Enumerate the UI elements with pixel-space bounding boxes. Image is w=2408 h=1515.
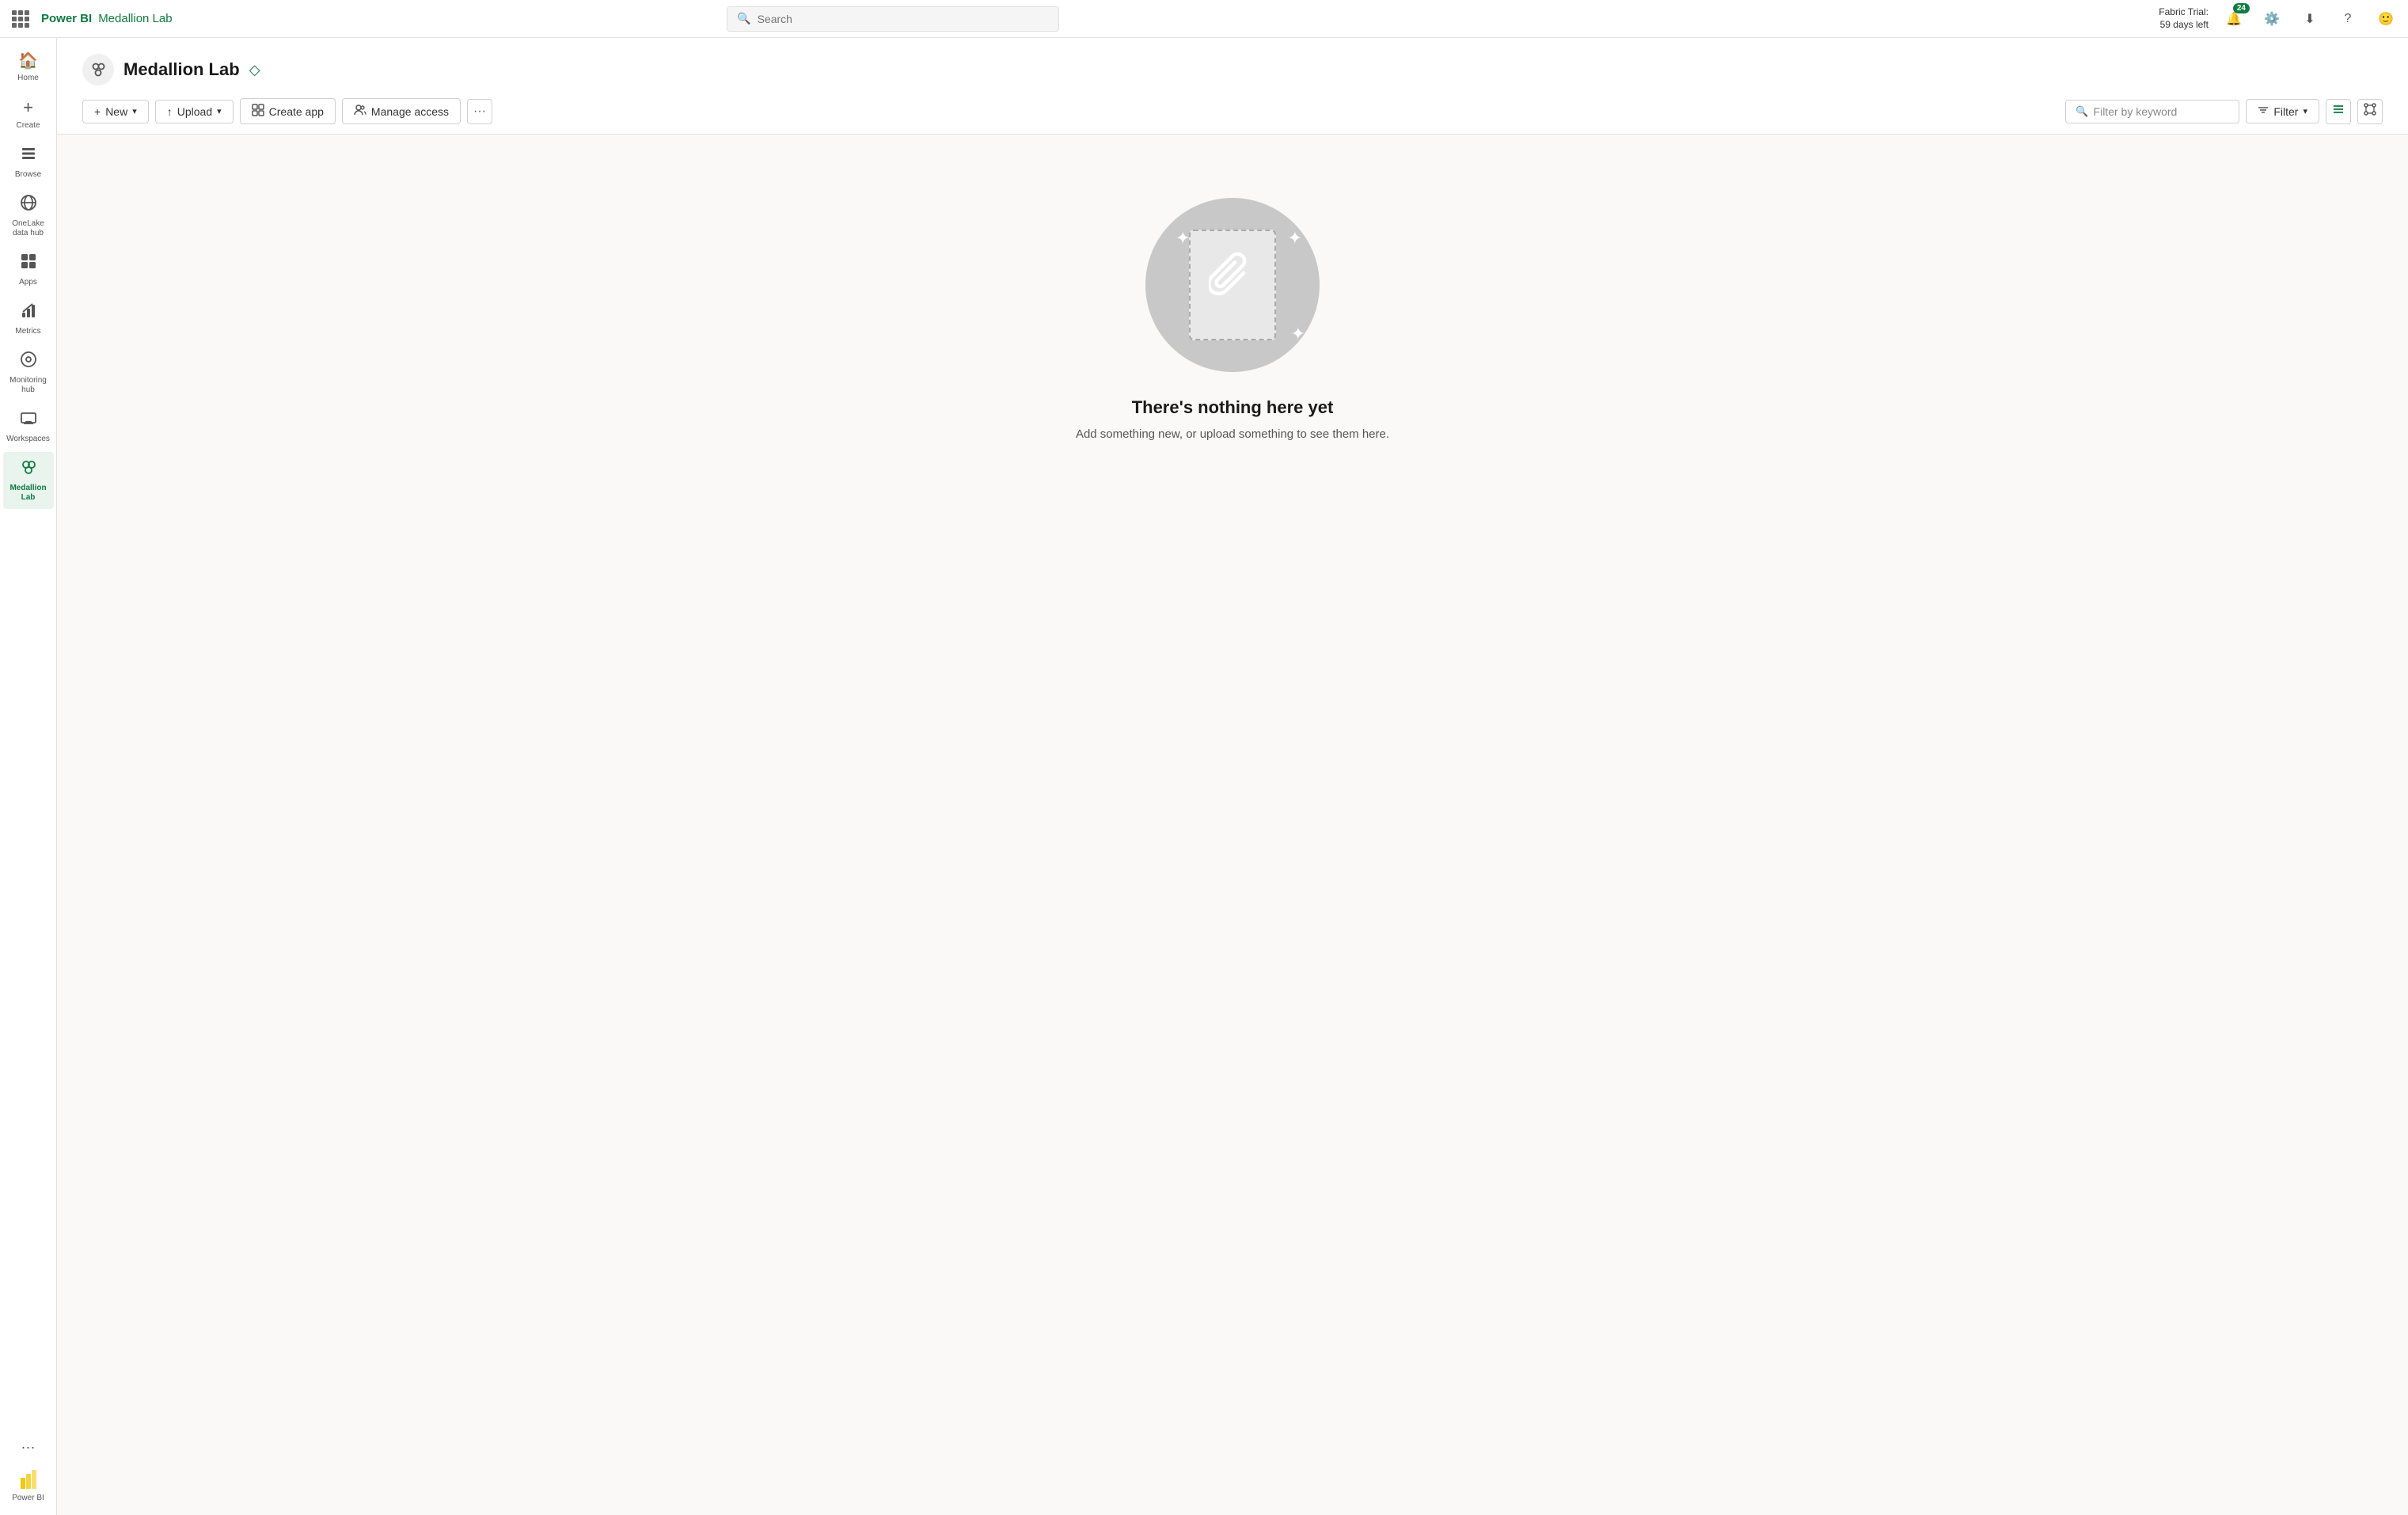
sparkle-icon-1: ✦ bbox=[1176, 228, 1190, 249]
sidebar-label-medallion: MedallionLab bbox=[9, 484, 46, 503]
sidebar-powerbi-bottom[interactable]: Power BI bbox=[3, 1462, 54, 1509]
create-icon: + bbox=[23, 97, 33, 118]
filter-chevron-icon: ▾ bbox=[2303, 106, 2307, 116]
filter-button[interactable]: Filter ▾ bbox=[2246, 99, 2319, 123]
people-icon bbox=[354, 104, 367, 119]
workspace-header: Medallion Lab ◇ + New ▾ ↑ Upload ▾ bbox=[57, 38, 2408, 135]
download-icon: ⬇ bbox=[2304, 11, 2315, 27]
workspace-icon bbox=[82, 54, 114, 85]
sparkle-icon-2: ✦ bbox=[1288, 228, 1302, 249]
waffle-menu[interactable] bbox=[9, 8, 32, 30]
fabric-trial-text: Fabric Trial: 59 days left bbox=[2159, 6, 2209, 31]
bell-icon: 🔔 bbox=[2226, 11, 2242, 27]
sidebar-label-create: Create bbox=[16, 121, 40, 131]
lineage-icon bbox=[2364, 103, 2376, 120]
app-logo[interactable]: Power BI Medallion Lab bbox=[41, 12, 173, 25]
smiley-icon: 🙂 bbox=[2378, 11, 2394, 27]
sidebar-more-button[interactable]: ··· bbox=[15, 1433, 42, 1462]
notifications-button[interactable]: 🔔 24 bbox=[2221, 6, 2247, 32]
view-lineage-button[interactable] bbox=[2357, 99, 2383, 124]
topbar-right: Fabric Trial: 59 days left 🔔 24 ⚙️ ⬇ ? 🙂 bbox=[2159, 6, 2399, 32]
sidebar-item-onelake[interactable]: OneLakedata hub bbox=[3, 188, 54, 245]
home-icon: 🏠 bbox=[18, 51, 38, 70]
sidebar-label-browse: Browse bbox=[15, 170, 41, 180]
gear-icon: ⚙️ bbox=[2264, 11, 2280, 27]
create-app-button[interactable]: Create app bbox=[240, 98, 336, 124]
view-list-button[interactable] bbox=[2326, 99, 2351, 124]
sidebar-label-apps: Apps bbox=[19, 278, 37, 287]
sidebar-label-onelake: OneLakedata hub bbox=[12, 219, 44, 238]
workspace-title-row: Medallion Lab ◇ bbox=[82, 54, 2383, 85]
onelake-icon bbox=[20, 194, 37, 216]
filter-lines-icon bbox=[2258, 104, 2269, 118]
sparkle-icon-3: ✦ bbox=[1291, 324, 1305, 344]
toolbar: + New ▾ ↑ Upload ▾ Create app bbox=[82, 98, 2383, 134]
empty-subtitle: Add something new, or upload something t… bbox=[1076, 427, 1389, 441]
powerbi-bottom-icon bbox=[17, 1468, 40, 1490]
sidebar-item-home[interactable]: 🏠 Home bbox=[3, 44, 54, 89]
upload-icon: ↑ bbox=[167, 105, 173, 118]
sidebar-item-create[interactable]: + Create bbox=[3, 91, 54, 137]
monitoring-icon bbox=[20, 351, 37, 373]
sidebar-item-monitoring[interactable]: Monitoringhub bbox=[3, 344, 54, 401]
premium-diamond-icon[interactable]: ◇ bbox=[249, 62, 260, 78]
notification-badge: 24 bbox=[2233, 3, 2250, 13]
sidebar-label-home: Home bbox=[17, 74, 39, 83]
chevron-down-icon: ▾ bbox=[132, 106, 137, 116]
new-button[interactable]: + New ▾ bbox=[82, 100, 149, 123]
help-button[interactable]: ? bbox=[2335, 6, 2361, 32]
metrics-icon bbox=[20, 302, 37, 324]
filter-search-icon: 🔍 bbox=[2076, 105, 2088, 118]
workspace-logo-text: Medallion Lab bbox=[98, 12, 172, 25]
sidebar-label-workspaces: Workspaces bbox=[6, 435, 50, 444]
plus-icon: + bbox=[94, 105, 101, 118]
topbar: Power BI Medallion Lab 🔍 Fabric Trial: 5… bbox=[0, 0, 2408, 38]
waffle-icon bbox=[12, 10, 29, 28]
search-icon: 🔍 bbox=[737, 12, 750, 25]
download-button[interactable]: ⬇ bbox=[2297, 6, 2323, 32]
search-bar[interactable]: 🔍 bbox=[727, 6, 1059, 32]
powerbi-logo-text: Power BI bbox=[41, 12, 92, 25]
empty-title: There's nothing here yet bbox=[1132, 397, 1334, 418]
sidebar-item-metrics[interactable]: Metrics bbox=[3, 295, 54, 343]
ellipsis-icon: ··· bbox=[473, 104, 486, 119]
workspaces-icon bbox=[20, 409, 37, 431]
empty-state: ✦ ✦ ✦ There's nothing here yet Add somet… bbox=[57, 135, 2408, 504]
sidebar-label-metrics: Metrics bbox=[15, 327, 40, 336]
search-input[interactable] bbox=[758, 13, 1050, 25]
apps-icon bbox=[20, 252, 37, 275]
account-button[interactable]: 🙂 bbox=[2373, 6, 2399, 32]
list-view-icon bbox=[2332, 103, 2345, 120]
settings-button[interactable]: ⚙️ bbox=[2259, 6, 2285, 32]
upload-chevron-icon: ▾ bbox=[217, 106, 222, 116]
empty-card bbox=[1189, 230, 1276, 340]
medallion-icon bbox=[20, 458, 37, 480]
upload-button[interactable]: ↑ Upload ▾ bbox=[155, 100, 234, 123]
filter-keyword-input[interactable]: 🔍 Filter by keyword bbox=[2065, 100, 2239, 123]
sidebar-powerbi-label: Power BI bbox=[12, 1494, 44, 1502]
main-layout: 🏠 Home + Create Browse OneLakedata hub A… bbox=[0, 38, 2408, 1515]
sidebar-item-medallion[interactable]: MedallionLab bbox=[3, 452, 54, 509]
app-icon bbox=[252, 104, 264, 119]
sidebar-item-browse[interactable]: Browse bbox=[3, 139, 54, 186]
workspace-name: Medallion Lab bbox=[123, 59, 240, 80]
more-options-button[interactable]: ··· bbox=[467, 99, 492, 124]
sidebar-item-workspaces[interactable]: Workspaces bbox=[3, 403, 54, 450]
help-icon: ? bbox=[2345, 12, 2352, 26]
empty-illustration: ✦ ✦ ✦ bbox=[1145, 198, 1320, 372]
paperclip-icon bbox=[1209, 249, 1256, 321]
sidebar-item-apps[interactable]: Apps bbox=[3, 246, 54, 294]
content-area: Medallion Lab ◇ + New ▾ ↑ Upload ▾ bbox=[57, 38, 2408, 1515]
browse-icon bbox=[20, 145, 37, 167]
sidebar: 🏠 Home + Create Browse OneLakedata hub A… bbox=[0, 38, 57, 1515]
sidebar-label-monitoring: Monitoringhub bbox=[9, 376, 47, 395]
manage-access-button[interactable]: Manage access bbox=[342, 98, 461, 124]
toolbar-right: 🔍 Filter by keyword Filter ▾ bbox=[2065, 99, 2383, 124]
